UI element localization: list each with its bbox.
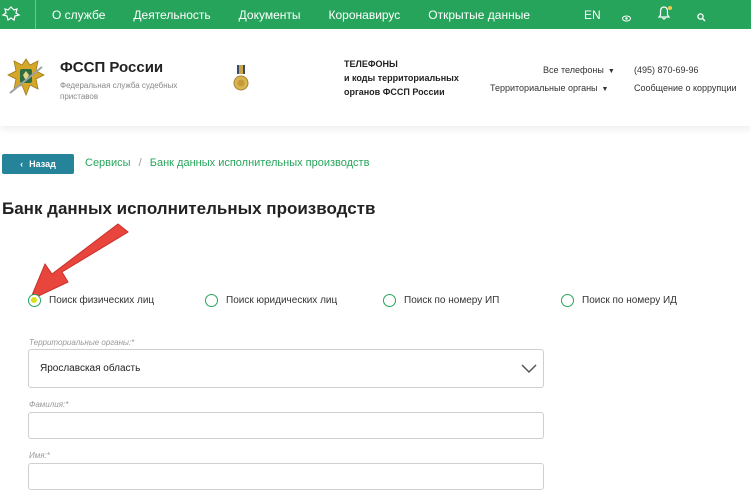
eye-icon[interactable] (622, 9, 631, 27)
fssp-emblem-icon[interactable] (4, 53, 48, 101)
chevron-left-icon: ‹ (20, 159, 24, 169)
corruption-report-link[interactable]: Сообщение о коррупции (634, 83, 737, 93)
radio-individuals[interactable]: Поиск физических лиц (28, 294, 154, 307)
breadcrumb-current[interactable]: Банк данных исполнительных производств (150, 157, 370, 169)
radio-ip-number[interactable]: Поиск по номеру ИП (383, 294, 499, 307)
all-phones-label: Все телефоны (543, 65, 604, 75)
radio-legal-entities[interactable]: Поиск юридических лиц (205, 294, 337, 307)
notification-dot (668, 6, 672, 10)
phones-title-line-2: и коды территориальных (344, 73, 459, 83)
territorial-dropdown[interactable]: Территориальные органы ▼ (490, 83, 608, 93)
radio-circle[interactable] (205, 294, 218, 307)
breadcrumb-separator: / (138, 157, 142, 169)
top-nav-bar: О службе Деятельность Документы Коронави… (0, 0, 751, 29)
nav-item-coronavirus[interactable]: Коронавирус (329, 8, 401, 22)
phones-title[interactable]: ТЕЛЕФОНЫ и коды территориальных органов … (344, 57, 474, 99)
nav-item-activity[interactable]: Деятельность (133, 8, 210, 22)
nav-item-about[interactable]: О службе (52, 8, 105, 22)
search-icon[interactable] (697, 9, 706, 27)
page-title: Банк данных исполнительных производств (2, 199, 376, 218)
territorial-field-label: Территориальные органы:* (29, 338, 135, 347)
name-field-label: Имя:* (29, 451, 50, 460)
territorial-select-value: Ярославская область (40, 363, 141, 374)
org-subtitle: Федеральная служба судебных приставов (60, 81, 178, 101)
top-nav: О службе Деятельность Документы Коронави… (52, 0, 530, 29)
radio-label[interactable]: Поиск по номеру ИП (404, 295, 499, 306)
radio-label[interactable]: Поиск юридических лиц (226, 295, 337, 306)
nav-item-documents[interactable]: Документы (239, 8, 301, 22)
surname-field-label: Фамилия:* (29, 400, 69, 409)
chevron-down-icon[interactable] (521, 361, 537, 379)
chevron-down-icon: ▼ (607, 68, 615, 75)
radio-circle[interactable] (561, 294, 574, 307)
hotline-phone[interactable]: (495) 870-69-96 (634, 65, 699, 75)
emblem-icon[interactable] (0, 3, 22, 25)
breadcrumb: Сервисы / Банк данных исполнительных про… (85, 157, 369, 169)
radio-id-number[interactable]: Поиск по номеру ИД (561, 294, 677, 307)
all-phones-dropdown[interactable]: Все телефоны ▼ (543, 65, 615, 75)
back-label: Назад (29, 159, 56, 169)
radio-label[interactable]: Поиск по номеру ИД (582, 295, 677, 306)
territorial-label: Территориальные органы (490, 83, 598, 93)
name-input[interactable] (28, 463, 544, 490)
phones-title-line-1: ТЕЛЕФОНЫ (344, 59, 398, 69)
topbar-divider (35, 0, 36, 29)
phones-title-line-3: органов ФССП России (344, 87, 445, 97)
breadcrumb-services[interactable]: Сервисы (85, 157, 131, 169)
radio-circle[interactable] (28, 294, 41, 307)
back-button[interactable]: ‹ Назад (2, 154, 74, 174)
radio-label[interactable]: Поиск физических лиц (49, 295, 154, 306)
site-header: ФССП России Федеральная служба судебных … (0, 29, 751, 126)
territorial-select[interactable]: Ярославская область (28, 349, 544, 388)
surname-input[interactable] (28, 412, 544, 439)
nav-item-open-data[interactable]: Открытые данные (428, 8, 530, 22)
medal-icon (233, 65, 249, 93)
org-title[interactable]: ФССП России (60, 59, 163, 76)
bell-icon[interactable] (657, 6, 672, 25)
chevron-down-icon: ▼ (601, 86, 609, 93)
language-switch[interactable]: EN (584, 8, 601, 22)
radio-circle[interactable] (383, 294, 396, 307)
